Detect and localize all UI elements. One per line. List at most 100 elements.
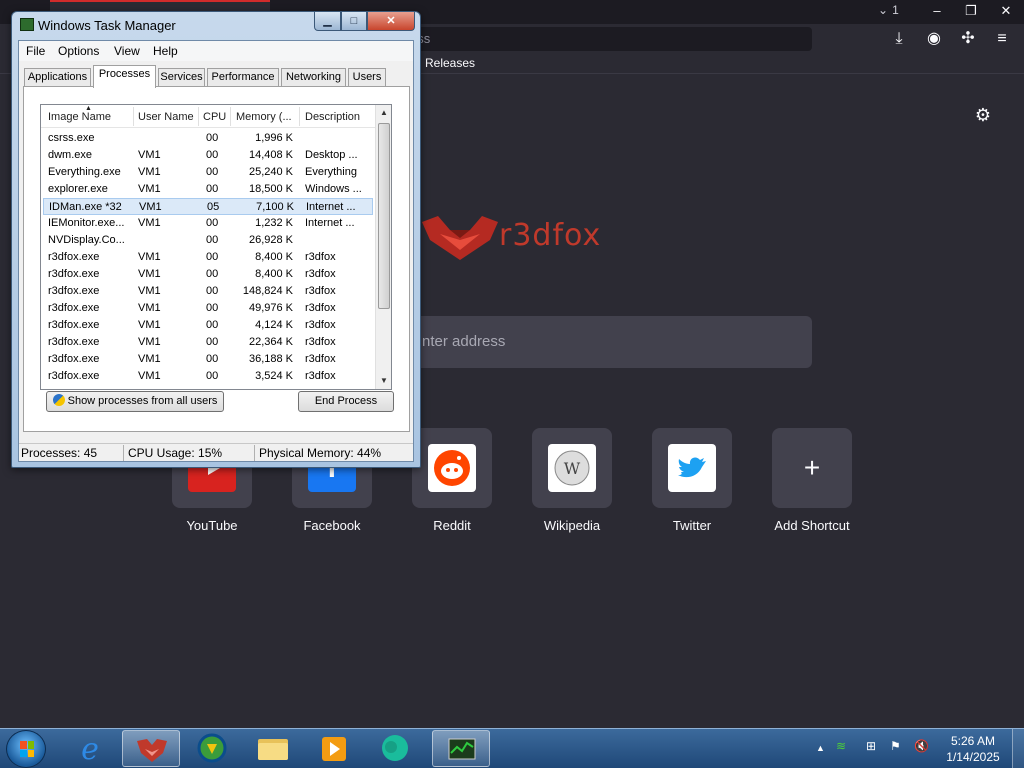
table-cell: VM1: [139, 201, 162, 213]
table-cell: explorer.exe: [48, 183, 108, 195]
minimize-button[interactable]: –: [920, 0, 954, 24]
plus-icon: +: [803, 452, 821, 483]
table-cell: r3dfox: [305, 302, 336, 314]
maximize-button[interactable]: □: [341, 12, 367, 31]
start-button[interactable]: [6, 730, 46, 768]
shortcut-twitter[interactable]: Twitter: [652, 428, 732, 533]
menu-icon[interactable]: ≡: [991, 28, 1013, 50]
tab-performance[interactable]: Performance: [207, 68, 279, 87]
menu-help[interactable]: Help: [153, 44, 178, 58]
table-cell: VM1: [138, 370, 161, 382]
table-cell: r3dfox.exe: [48, 336, 100, 348]
end-process-button[interactable]: End Process: [298, 391, 394, 412]
wikipedia-icon: W: [548, 444, 596, 492]
tab-list-button[interactable]: ⌄ 1: [878, 3, 899, 17]
table-row[interactable]: r3dfox.exe VM1 00 22,364 K r3dfox: [43, 334, 373, 351]
gear-icon[interactable]: ⚙: [972, 104, 994, 126]
minimize-button[interactable]: ▁: [314, 12, 341, 31]
status-cpu: CPU Usage: 15%: [128, 446, 223, 460]
table-row[interactable]: dwm.exe VM1 00 14,408 K Desktop ...: [43, 147, 373, 164]
sort-arrow-icon: ▲: [85, 105, 92, 112]
restore-button[interactable]: ❐: [954, 0, 988, 24]
column-memory[interactable]: Memory (...: [236, 111, 292, 123]
table-cell: r3dfox: [305, 336, 336, 348]
task-manager-icon: [448, 738, 476, 760]
volume-muted-icon[interactable]: 🔇: [914, 739, 929, 753]
shortcut-add[interactable]: + Add Shortcut: [772, 428, 852, 533]
taskbar-r3dfox[interactable]: [122, 730, 180, 767]
search-input[interactable]: nter address: [412, 316, 812, 368]
account-icon[interactable]: ◉: [923, 28, 945, 50]
taskbar-messenger[interactable]: [366, 730, 424, 767]
column-image-name[interactable]: Image Name: [48, 111, 111, 123]
table-row[interactable]: r3dfox.exe VM1 00 4,124 K r3dfox: [43, 317, 373, 334]
action-center-flag-icon[interactable]: ⚑: [890, 739, 901, 753]
column-description[interactable]: Description: [305, 111, 360, 123]
media-player-icon: [322, 737, 346, 761]
shortcut-wikipedia[interactable]: W Wikipedia: [532, 428, 612, 533]
scroll-down-icon[interactable]: ▼: [376, 373, 391, 389]
table-row[interactable]: csrss.exe 00 1,996 K: [43, 130, 373, 147]
show-all-users-button[interactable]: Show processes from all users: [46, 391, 224, 412]
tab-services[interactable]: Services: [158, 68, 205, 87]
table-row[interactable]: r3dfox.exe VM1 00 49,976 K r3dfox: [43, 300, 373, 317]
system-clock[interactable]: 5:26 AM 1/14/2025: [940, 733, 1006, 765]
table-cell: r3dfox.exe: [48, 251, 100, 263]
url-bar[interactable]: ess: [410, 27, 812, 51]
taskbar-task-manager[interactable]: [432, 730, 490, 767]
show-hidden-icons-icon[interactable]: ▲: [816, 743, 825, 753]
table-row[interactable]: NVDisplay.Co... 00 26,928 K: [43, 232, 373, 249]
table-cell: 00: [206, 370, 219, 382]
download-icon[interactable]: ⤓: [888, 28, 910, 50]
table-cell: r3dfox.exe: [48, 268, 100, 280]
tab-users[interactable]: Users: [348, 68, 386, 87]
table-row[interactable]: IEMonitor.exe... VM1 00 1,232 K Internet ...: [43, 215, 373, 232]
table-row[interactable]: r3dfox.exe VM1 00 8,400 K r3dfox: [43, 249, 373, 266]
show-all-users-label: Show processes from all users: [67, 395, 218, 407]
menu-options[interactable]: Options: [58, 44, 99, 58]
close-button[interactable]: ✕: [988, 0, 1024, 24]
tab-networking[interactable]: Networking: [281, 68, 346, 87]
menu-view[interactable]: View: [114, 44, 140, 58]
table-row[interactable]: Everything.exe VM1 00 25,240 K Everything: [43, 164, 373, 181]
taskbar-media-player[interactable]: [305, 730, 363, 767]
table-row[interactable]: r3dfox.exe VM1 00 36,188 K r3dfox: [43, 351, 373, 368]
status-memory: Physical Memory: 44%: [259, 446, 382, 460]
scrollbar[interactable]: ▲ ▼: [375, 105, 391, 389]
table-row[interactable]: IDMan.exe *32 VM1 05 7,100 K Internet ...: [43, 198, 373, 215]
tab-applications[interactable]: Applications: [24, 68, 91, 87]
table-cell: 1,232 K: [255, 217, 293, 229]
table-cell: 22,364 K: [248, 336, 293, 348]
shortcut-label: YouTube: [186, 518, 238, 533]
table-cell: IDMan.exe *32: [49, 201, 122, 213]
table-row[interactable]: r3dfox.exe VM1 00 3,524 K r3dfox: [43, 368, 373, 385]
network-icon[interactable]: ⊞: [866, 739, 876, 753]
taskbar-explorer[interactable]: [244, 730, 302, 767]
extensions-icon[interactable]: ✣: [957, 28, 979, 50]
scroll-thumb[interactable]: [378, 123, 390, 309]
table-cell: Internet ...: [306, 201, 356, 213]
table-row[interactable]: explorer.exe VM1 00 18,500 K Windows ...: [43, 181, 373, 198]
chevron-down-icon: ⌄: [878, 3, 889, 17]
tab-processes[interactable]: Processes: [93, 65, 156, 88]
table-row[interactable]: r3dfox.exe VM1 00 148,824 K r3dfox: [43, 283, 373, 300]
table-cell: 4,124 K: [255, 319, 293, 331]
status-bar: Processes: 45 CPU Usage: 15% Physical Me…: [19, 443, 413, 461]
column-cpu[interactable]: CPU: [203, 111, 226, 123]
taskbar-download-manager[interactable]: [183, 730, 241, 767]
menu-file[interactable]: File: [26, 44, 45, 58]
download-manager-tray-icon[interactable]: ≋: [836, 739, 846, 753]
bookmark-releases[interactable]: Releases: [425, 56, 475, 70]
shortcut-label: Facebook: [303, 518, 361, 533]
shortcut-reddit[interactable]: Reddit: [412, 428, 492, 533]
table-row[interactable]: r3dfox.exe VM1 00 8,400 K r3dfox: [43, 266, 373, 283]
table-cell: Everything.exe: [48, 166, 121, 178]
table-cell: 00: [206, 149, 219, 161]
column-user-name[interactable]: User Name: [138, 111, 194, 123]
table-cell: VM1: [138, 166, 161, 178]
close-button[interactable]: ✕: [367, 12, 415, 31]
taskbar-internet-explorer[interactable]: e: [61, 730, 119, 767]
scroll-up-icon[interactable]: ▲: [376, 105, 391, 121]
table-cell: 7,100 K: [256, 201, 294, 213]
show-desktop-button[interactable]: [1012, 729, 1024, 768]
